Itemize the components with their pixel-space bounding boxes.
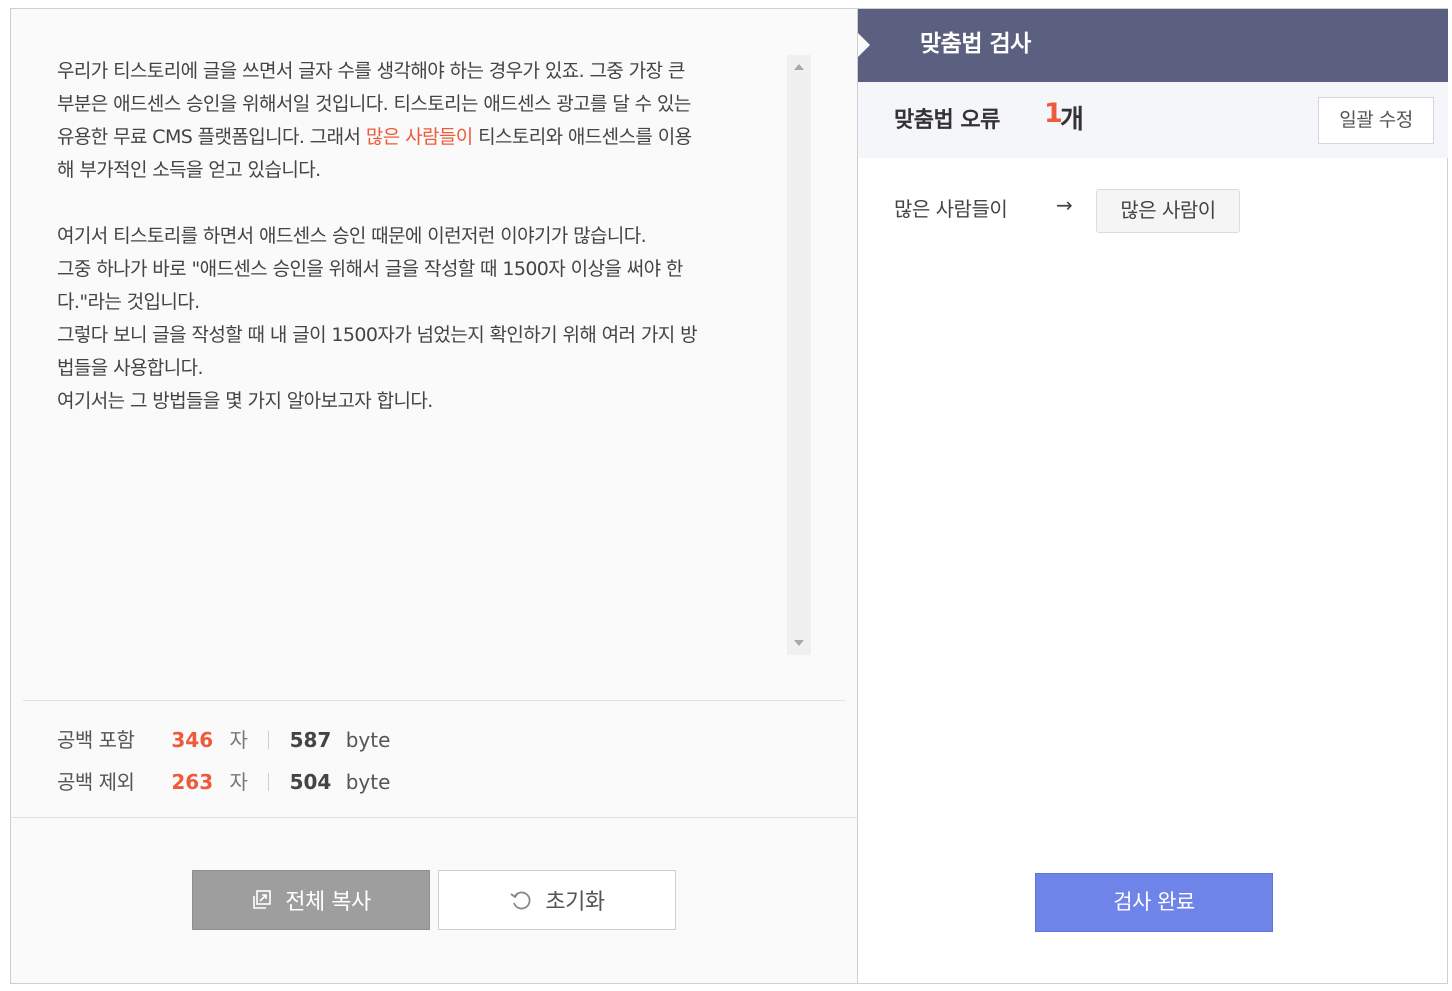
error-summary: 맞춤법 오류 1 개 일괄 수정 — [858, 82, 1448, 158]
copy-all-button[interactable]: 전체 복사 — [192, 870, 430, 930]
fix-all-button[interactable]: 일괄 수정 — [1318, 97, 1434, 144]
editor-text: 해 부가적인 소득을 얻고 있습니다. — [57, 159, 321, 181]
editor-line: 여기서 티스토리를 하면서 애드센스 승인 때문에 이런저런 이야기가 많습니다… — [57, 220, 787, 253]
error-label: 맞춤법 오류 — [894, 108, 1000, 133]
correction-item: 많은 사람들이 → 많은 사람이 — [894, 189, 1434, 233]
spell-check-panel: 맞춤법 검사 맞춤법 오류 1 개 일괄 수정 많은 사람들이 → 많은 사람이… — [857, 9, 1448, 983]
error-unit: 개 — [1060, 105, 1084, 135]
scroll-down-icon[interactable] — [794, 640, 804, 646]
panel-title: 맞춤법 검사 — [920, 31, 1031, 57]
editor-line: 그중 하나가 바로 "애드센스 승인을 위해서 글을 작성할 때 1500자 이… — [57, 253, 787, 286]
spelling-error-highlight[interactable]: 많은 사람들이 — [366, 126, 473, 148]
byte-count: 587 — [289, 728, 332, 752]
stat-label: 공백 제외 — [57, 770, 135, 794]
char-count: 263 — [171, 770, 214, 794]
editor-text: 법들을 사용합니다. — [57, 357, 204, 379]
editor-line: 유용한 무료 CMS 플랫폼입니다. 그래서 많은 사람들이 티스토리와 애드센… — [57, 121, 787, 154]
correction-suggestion-button[interactable]: 많은 사람이 — [1096, 189, 1240, 233]
separator — [268, 773, 270, 791]
stat-label: 공백 포함 — [57, 728, 135, 752]
reset-icon — [509, 888, 533, 912]
editor-line: 여기서는 그 방법들을 몇 가지 알아보고자 합니다. — [57, 385, 787, 418]
editor-text: 우리가 티스토리에 글을 쓰면서 글자 수를 생각해야 하는 경우가 있죠. 그… — [57, 60, 685, 82]
editor-text: 부분은 애드센스 승인을 위해서일 것입니다. 티스토리는 애드센스 광고를 달… — [57, 93, 691, 115]
editor-line: 그렇다 보니 글을 작성할 때 내 글이 1500자가 넘었는지 확인하기 위해… — [57, 319, 787, 352]
editor-text: 다."라는 것입니다. — [57, 291, 200, 313]
divider — [11, 817, 857, 818]
copy-all-label: 전체 복사 — [285, 890, 371, 915]
scroll-up-icon[interactable] — [794, 64, 804, 70]
editor-text: 유용한 무료 CMS 플랫폼입니다. 그래서 — [57, 126, 366, 148]
byte-count: 504 — [289, 770, 332, 794]
editor-line: 해 부가적인 소득을 얻고 있습니다. — [57, 154, 787, 187]
byte-unit: byte — [345, 770, 391, 794]
panel-header: 맞춤법 검사 — [858, 9, 1448, 82]
editor-line: 부분은 애드센스 승인을 위해서일 것입니다. 티스토리는 애드센스 광고를 달… — [57, 88, 787, 121]
editor-text: 그중 하나가 바로 "애드센스 승인을 위해서 글을 작성할 때 1500자 이… — [57, 258, 683, 280]
editor-text: 티스토리와 애드센스를 이용 — [472, 126, 692, 148]
editor-text: 여기서는 그 방법들을 몇 가지 알아보고자 합니다. — [57, 390, 433, 412]
editor-panel: 우리가 티스토리에 글을 쓰면서 글자 수를 생각해야 하는 경우가 있죠. 그… — [11, 9, 857, 983]
reset-label: 초기화 — [545, 890, 605, 915]
char-unit: 자 — [229, 728, 248, 752]
spell-check-dialog: 우리가 티스토리에 글을 쓰면서 글자 수를 생각해야 하는 경우가 있죠. 그… — [10, 8, 1448, 984]
char-count-stats: 공백 포함 346 자 587 byte 공백 제외 263 자 504 byt… — [57, 719, 390, 803]
copy-icon — [251, 889, 273, 911]
check-complete-button[interactable]: 검사 완료 — [1035, 873, 1273, 932]
editor-scrollbar[interactable] — [787, 55, 811, 655]
editor-text: 여기서 티스토리를 하면서 애드센스 승인 때문에 이런저런 이야기가 많습니다… — [57, 225, 647, 247]
separator — [268, 731, 270, 749]
byte-unit: byte — [345, 728, 391, 752]
char-count: 346 — [171, 728, 214, 752]
char-unit: 자 — [229, 770, 248, 794]
editor-line: 우리가 티스토리에 글을 쓰면서 글자 수를 생각해야 하는 경우가 있죠. 그… — [57, 55, 787, 88]
editor-line: 법들을 사용합니다. — [57, 352, 787, 385]
divider — [23, 700, 845, 701]
arrow-right-icon: → — [1056, 193, 1073, 217]
stat-row-without-spaces: 공백 제외 263 자 504 byte — [57, 761, 390, 803]
header-notch — [858, 33, 870, 57]
text-editor[interactable]: 우리가 티스토리에 글을 쓰면서 글자 수를 생각해야 하는 경우가 있죠. 그… — [57, 55, 787, 655]
correction-original[interactable]: 많은 사람들이 — [894, 193, 1008, 222]
reset-button[interactable]: 초기화 — [438, 870, 676, 930]
stat-row-with-spaces: 공백 포함 346 자 587 byte — [57, 719, 390, 761]
editor-text: 그렇다 보니 글을 작성할 때 내 글이 1500자가 넘었는지 확인하기 위해… — [57, 324, 698, 346]
editor-line: 다."라는 것입니다. — [57, 286, 787, 319]
